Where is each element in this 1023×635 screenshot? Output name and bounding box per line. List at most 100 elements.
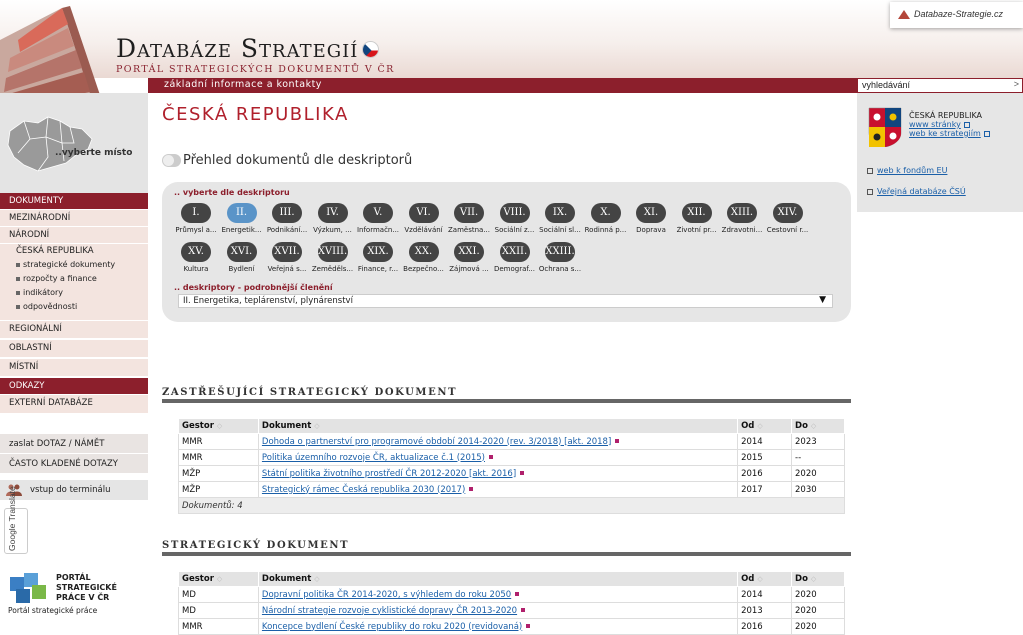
dropdown-arrow-icon[interactable]: ▼ [819,295,826,305]
descriptor-item[interactable]: XX. Bezpečno... [401,242,447,273]
column-header-dokument[interactable]: Dokument ◇ [257,418,739,434]
strategies-web-link[interactable]: web ke strategiím [909,129,990,138]
nav-oblastni[interactable]: OBLASTNÍ [0,340,148,358]
czech-map-icon[interactable] [4,113,96,175]
descriptor-item[interactable]: VIII. Sociální z... [492,203,538,234]
descriptor-item[interactable]: II. Energetik... [219,203,265,234]
document-link[interactable]: Politika územního rozvoje ČR, aktualizac… [262,453,485,463]
subdescriptor-select[interactable]: II. Energetika, teplárenství, plynárenst… [178,294,833,308]
column-header-do[interactable]: Do ◇ [791,571,845,587]
site-title[interactable]: Databáze Strategií [116,34,358,63]
descriptor-item[interactable]: IV. Výzkum, ... [310,203,356,234]
document-link[interactable]: Národní strategie rozvoje cyklistické do… [262,606,517,616]
nav-externi-databaze[interactable]: EXTERNÍ DATABÁZE [0,395,148,414]
map-select-label[interactable]: ..vyberte místo [55,148,132,158]
descriptor-number[interactable]: XIV. [772,203,803,223]
region-map[interactable]: ..vyberte místo [0,93,148,193]
column-header-od[interactable]: Od ◇ [737,571,793,587]
descriptor-item[interactable]: XVI. Bydlení [219,242,265,273]
sort-icon[interactable]: ◇ [811,575,816,583]
nav-send-question[interactable]: zaslat DOTAZ / NÁMĚT [0,434,148,453]
descriptor-number[interactable]: I. [181,203,211,223]
document-link[interactable]: Státní politika životního prostředí ČR 2… [262,469,516,479]
sort-icon[interactable]: ◇ [811,422,816,430]
sort-icon[interactable]: ◇ [757,575,762,583]
descriptor-item[interactable]: XI. Doprava [628,203,674,234]
descriptor-item[interactable]: X. Rodinná p... [583,203,629,234]
descriptor-number[interactable]: IX. [545,203,575,223]
column-header-od[interactable]: Od ◇ [737,418,793,434]
descriptor-number[interactable]: II. [226,203,257,223]
sort-icon[interactable]: ◇ [314,422,319,430]
descriptor-number[interactable]: XVI. [226,242,257,262]
eu-funds-link[interactable]: web k fondům EU [867,166,947,175]
nav-faq[interactable]: ČASTO KLADENÉ DOTAZY [0,454,148,473]
descriptor-number[interactable]: XXIII. [545,242,575,262]
nav-sub-indikatory[interactable]: indikátory [0,287,148,301]
descriptor-number[interactable]: XX. [408,242,439,262]
descriptor-item[interactable]: IX. Sociální sl... [537,203,583,234]
descriptor-number[interactable]: X. [590,203,621,223]
descriptor-number[interactable]: VI. [408,203,439,223]
descriptor-number[interactable]: IV. [317,203,348,223]
descriptor-item[interactable]: VII. Zaměstna... [446,203,492,234]
descriptor-number[interactable]: III. [272,203,302,223]
column-header-gestor[interactable]: Gestor ◇ [178,418,259,434]
csu-database-link[interactable]: Veřejná databáze ČSÚ [867,187,966,196]
info-contacts-link[interactable]: základní informace a kontakty [148,78,857,93]
sort-icon[interactable]: ◇ [757,422,762,430]
descriptor-item[interactable]: XXII. Demograf... [492,242,538,273]
nav-sub-strategicke-dokumenty[interactable]: strategické dokumenty [0,259,148,273]
descriptor-item[interactable]: I. Průmysl a... [173,203,219,234]
nav-narodni[interactable]: NÁRODNÍ [0,227,148,244]
www-link[interactable]: www stránky [909,120,970,129]
descriptor-number[interactable]: XVIII. [317,242,348,262]
descriptor-number[interactable]: VIII. [499,203,530,223]
nav-mezinarodni[interactable]: MEZINÁRODNÍ [0,210,148,227]
column-header-dokument[interactable]: Dokument ◇ [257,571,739,587]
descriptor-number[interactable]: XXII. [499,242,530,262]
psp-cube-logo-icon[interactable] [8,569,52,605]
descriptor-number[interactable]: XIX. [363,242,393,262]
nav-ceska-republika[interactable]: ČESKÁ REPUBLIKA [0,244,148,259]
nav-sub-rozpocty[interactable]: rozpočty a finance [0,273,148,287]
nav-odkazy[interactable]: ODKAZY [0,378,148,395]
descriptor-item[interactable]: XIII. Zdravotni... [719,203,765,234]
document-link[interactable]: Dopravní politika ČR 2014-2020, s výhled… [262,590,511,600]
descriptor-item[interactable]: VI. Vzdělávání [401,203,447,234]
descriptor-number[interactable]: XIII. [727,203,757,223]
nav-dokumenty[interactable]: DOKUMENTY [0,193,148,210]
site-badge[interactable]: Databaze-Strategie.cz [890,2,1023,28]
document-link[interactable]: Dohoda o partnerství pro programové obdo… [262,437,611,447]
search-go-button[interactable]: > [1014,79,1019,89]
descriptor-number[interactable]: XVII. [272,242,302,262]
descriptor-item[interactable]: III. Podnikání... [264,203,310,234]
descriptor-number[interactable]: XV. [181,242,211,262]
descriptor-item[interactable]: V. Informačn... [355,203,401,234]
nav-sub-odpovednosti[interactable]: odpovědnosti [0,301,148,320]
column-header-do[interactable]: Do ◇ [791,418,845,434]
overview-toggle[interactable] [162,154,181,167]
search-input[interactable]: vyhledávání > [857,78,1023,93]
document-link[interactable]: Strategický rámec Česká republika 2030 (… [262,485,465,495]
document-link[interactable]: Koncepce bydlení České republiky do roku… [262,622,522,632]
descriptor-item[interactable]: XIV. Cestovní r... [765,203,811,234]
sort-icon[interactable]: ◇ [217,422,222,430]
nav-regionalni[interactable]: REGIONÁLNÍ [0,321,148,339]
descriptor-number[interactable]: XII. [681,203,712,223]
descriptor-item[interactable]: XV. Kultura [173,242,219,273]
terminal-link[interactable]: vstup do terminálu [0,480,148,500]
descriptor-item[interactable]: XIX. Finance, r... [355,242,401,273]
column-header-gestor[interactable]: Gestor ◇ [178,571,259,587]
descriptor-number[interactable]: V. [363,203,393,223]
descriptor-item[interactable]: XXIII. Ochrana s... [537,242,583,273]
descriptor-item[interactable]: XVII. Veřejná s... [264,242,310,273]
descriptor-item[interactable]: XII. Životní pr... [674,203,720,234]
descriptor-number[interactable]: VII. [454,203,484,223]
descriptor-number[interactable]: XXI. [454,242,484,262]
nav-mistni[interactable]: MÍSTNÍ [0,359,148,377]
descriptor-item[interactable]: XXI. Zájmová ... [446,242,492,273]
descriptor-number[interactable]: XI. [636,203,666,223]
descriptor-item[interactable]: XVIII. Zeměděls... [310,242,356,273]
sort-icon[interactable]: ◇ [314,575,319,583]
